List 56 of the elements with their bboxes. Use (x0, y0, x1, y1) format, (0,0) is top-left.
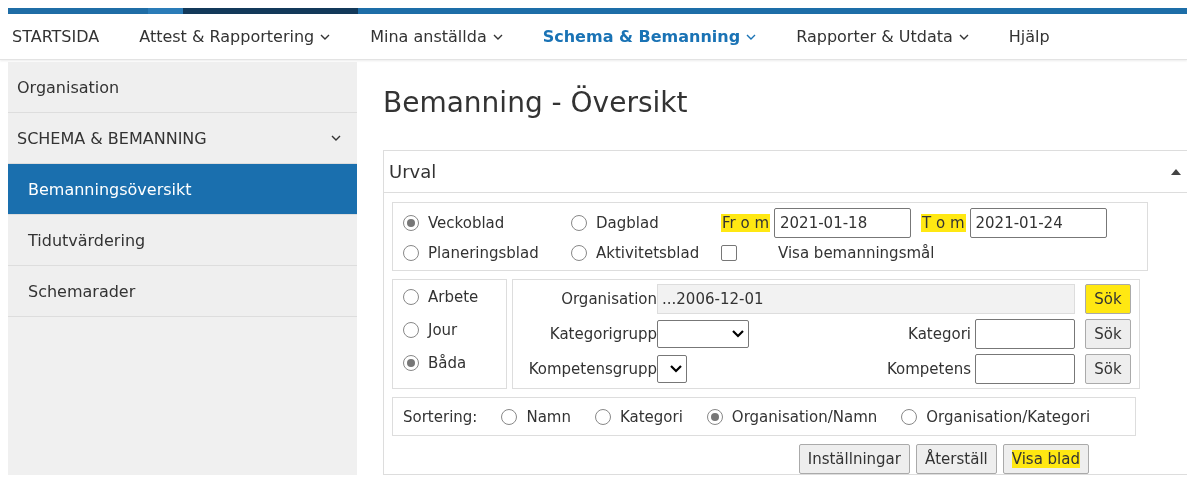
field-label: Kompetensgrupp (527, 360, 657, 378)
from-label: Fr o m (721, 214, 771, 232)
option-label: Organisation/Kategori (926, 407, 1091, 426)
field-label: Kategori (908, 325, 971, 343)
option-label: Veckoblad (428, 214, 505, 232)
field-label: Kompetens (886, 360, 971, 378)
field-label: Organisation (560, 290, 657, 308)
date-field[interactable]: 2021-01-18 (774, 208, 912, 238)
action-button[interactable]: Återställ (915, 444, 997, 474)
radio-button[interactable] (403, 322, 419, 338)
radio-button[interactable] (403, 355, 419, 371)
nav-item[interactable]: Mina anställda (370, 27, 503, 46)
to-label: T o m (921, 214, 966, 232)
radio-button[interactable] (501, 408, 518, 425)
field-label: Kategorigrupp (548, 325, 657, 343)
radio-button[interactable] (571, 245, 587, 261)
radio-button[interactable] (706, 408, 723, 425)
checkbox[interactable] (721, 245, 737, 261)
radio-button[interactable] (594, 408, 611, 425)
action-button[interactable]: Visa blad (1002, 444, 1089, 474)
option-label: Arbete (428, 288, 479, 306)
search-button[interactable]: Sök (1085, 354, 1131, 384)
nav-item[interactable]: Attest & Rapportering (139, 27, 331, 46)
organisation-field[interactable]: ...2006-12-01 (657, 284, 1075, 314)
radio-button[interactable] (403, 289, 419, 305)
radio-button[interactable] (403, 245, 419, 261)
search-button[interactable]: Sök (1085, 319, 1131, 349)
option-label: Jour (428, 321, 458, 339)
option-label: Namn (526, 407, 571, 426)
sidebar-item[interactable]: Bemanningsöversikt (8, 164, 357, 215)
checkbox-label: Visa bemanningsmål (778, 244, 935, 262)
radio-button[interactable] (403, 215, 419, 231)
nav-item[interactable]: Hjälp (1008, 27, 1050, 46)
option-label: Dagblad (596, 214, 659, 232)
page-title: Bemanning - Översikt (383, 86, 689, 119)
sorting-label: Sortering: (403, 407, 478, 426)
panel-header[interactable]: Urval (384, 151, 1187, 193)
option-label: Kategori (619, 407, 683, 426)
nav-item[interactable]: Rapporter & Utdata (796, 27, 969, 46)
option-label: Aktivitetsblad (596, 244, 700, 262)
action-button[interactable]: Inställningar (798, 444, 910, 474)
option-label: Organisation/Namn (731, 407, 878, 426)
text-field[interactable] (975, 319, 1075, 349)
dropdown[interactable] (657, 355, 687, 383)
option-label: Planeringsblad (428, 244, 539, 262)
nav-item[interactable]: STARTSIDA (12, 27, 100, 46)
search-button[interactable]: Sök (1085, 284, 1131, 314)
chevron-down-icon (732, 330, 744, 338)
radio-button[interactable] (901, 408, 918, 425)
date-field[interactable]: 2021-01-24 (969, 208, 1107, 238)
option-label: Båda (428, 354, 467, 372)
panel-title: Urval (389, 161, 437, 182)
radio-button[interactable] (571, 215, 587, 231)
chevron-down-icon (670, 365, 682, 373)
nav-item[interactable]: Schema & Bemanning (542, 27, 757, 46)
text-field[interactable] (975, 354, 1075, 384)
